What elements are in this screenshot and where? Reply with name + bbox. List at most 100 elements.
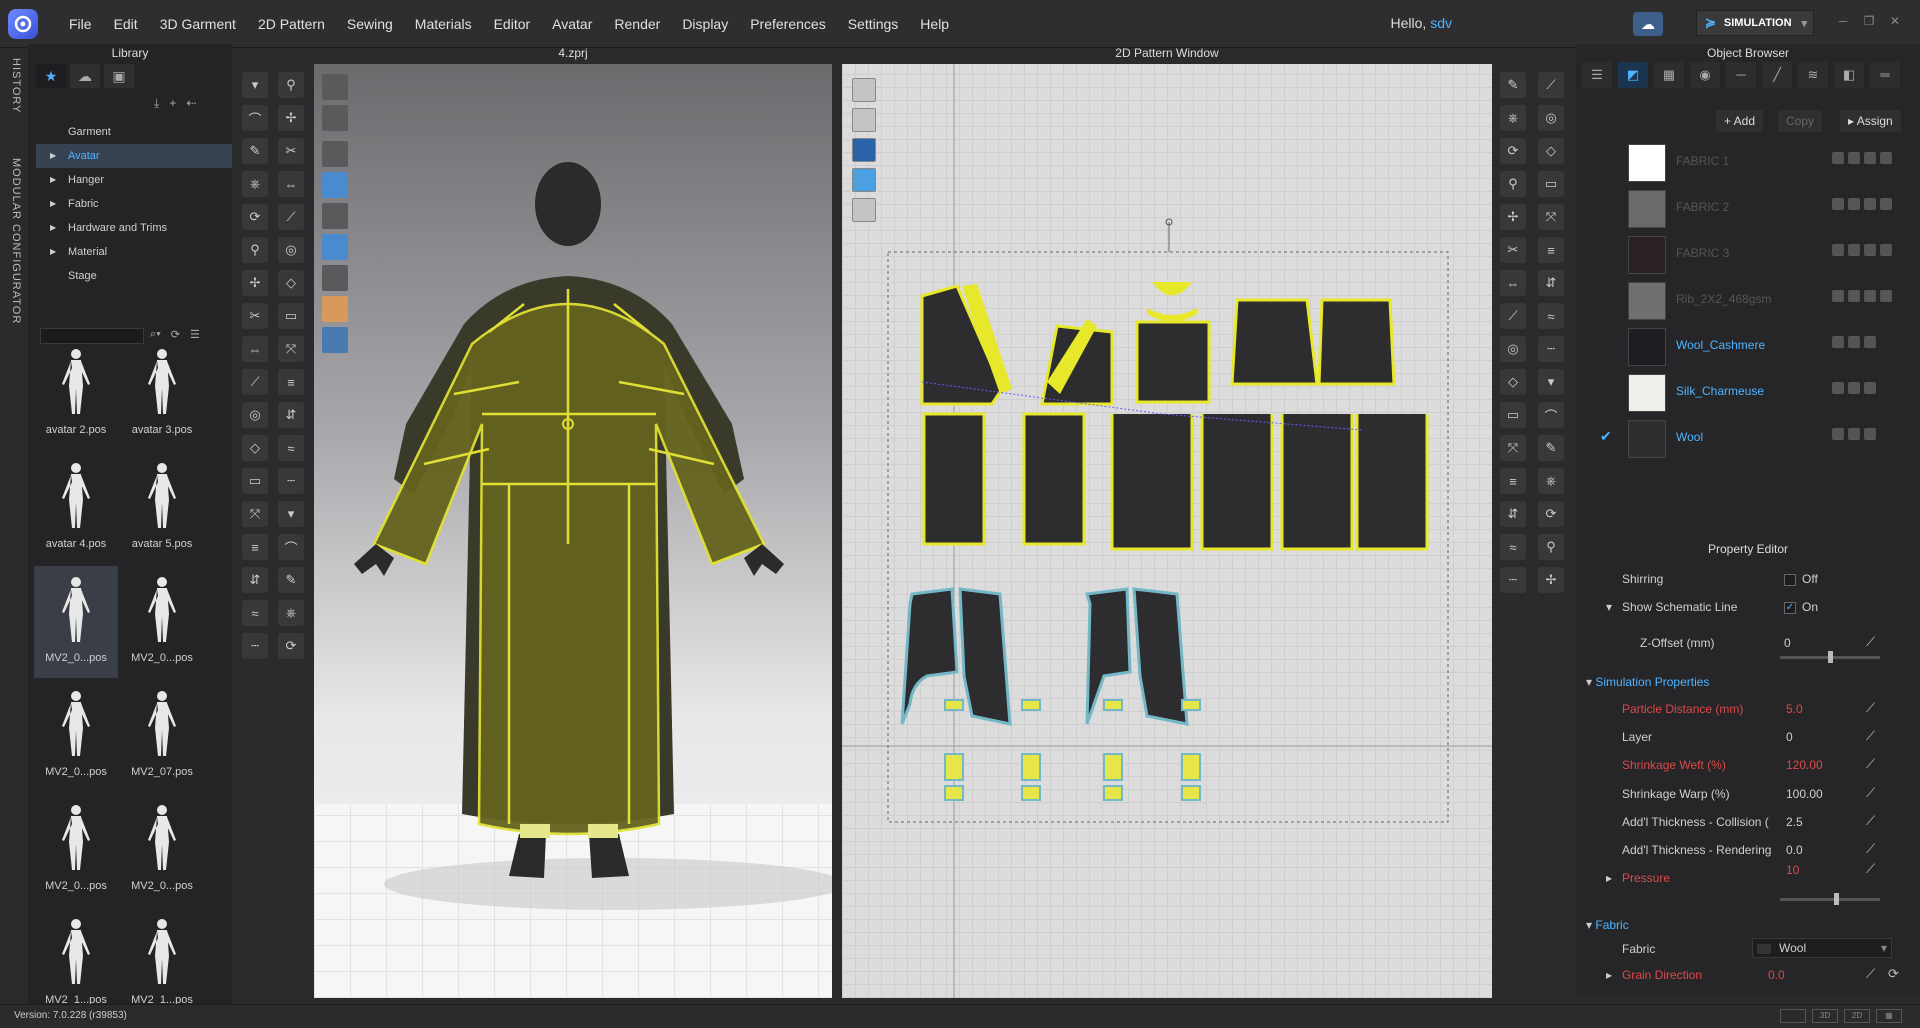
fabric-action-icon[interactable] [1864,152,1876,164]
menu-item[interactable]: Preferences [739,16,836,32]
menu-item[interactable]: Materials [404,16,483,32]
fabric-action-icon[interactable] [1848,152,1860,164]
pin-icon[interactable]: ⚲ [1538,534,1564,560]
menu-item[interactable]: Settings [837,16,910,32]
fabric-row[interactable]: Rib_2X2_468gsm [1576,276,1920,322]
fabric-action-icon[interactable] [1848,382,1860,394]
expand-icon[interactable]: ▶ [50,192,56,216]
grid-icon[interactable]: ▦ [1654,62,1684,88]
favorites-star-icon[interactable]: ★ [36,64,66,88]
zipper-icon[interactable]: ⇵ [1500,501,1526,527]
fabric-action-icon[interactable] [1864,428,1876,440]
trim-icon[interactable]: ◇ [278,270,304,296]
fabric-action-icon[interactable] [1832,290,1844,302]
pattern-icon[interactable] [322,234,348,260]
pose-thumbnail[interactable]: MV2_0...pos [34,794,118,906]
garment-display-icon[interactable] [322,105,348,131]
grain-value[interactable]: 0.0 [1768,968,1785,982]
shape-icon[interactable]: ▭ [1500,402,1526,428]
expand-icon[interactable]: ▸ [1606,968,1612,982]
shape-icon[interactable]: ▭ [1538,171,1564,197]
sew-icon[interactable]: ⎈ [1538,468,1564,494]
fabric-action-icon[interactable] [1864,336,1876,348]
avatar-skin-icon[interactable] [322,296,348,322]
fabric-action-icon[interactable] [1832,428,1844,440]
line-icon[interactable]: ─ [1726,62,1756,88]
library-tree-item[interactable]: ▶ Avatar [36,144,232,168]
measure-icon[interactable]: ⇔ [1500,270,1526,296]
fabric-action-icon[interactable] [1880,198,1892,210]
pin-icon[interactable]: ⟋ [1866,785,1875,801]
tack-icon[interactable]: ✢ [242,270,268,296]
pleat-icon[interactable]: ≡ [1538,237,1564,263]
minimize-icon[interactable]: ─ [1834,14,1852,32]
fold-icon[interactable]: ⟳ [1500,138,1526,164]
pin-icon[interactable]: ⚲ [242,237,268,263]
shape-icon[interactable]: ▭ [278,303,304,329]
lock-icon[interactable] [852,198,876,222]
fabric-row[interactable]: FABRIC 2 [1576,184,1920,230]
menu-item[interactable]: Sewing [336,16,404,32]
menu-item[interactable]: File [58,16,103,32]
menu-item[interactable]: 3D Garment [149,16,247,32]
library-tree-item[interactable]: ▶ Material [36,240,232,264]
library-tree-item[interactable]: Stage [36,264,232,288]
pose-thumbnail[interactable]: MV2_07.pos [120,680,204,792]
puckering-icon[interactable]: ≈ [1500,534,1526,560]
expand-icon[interactable]: ▶ [50,168,56,192]
ruler-icon[interactable]: ┄ [278,468,304,494]
menu-item[interactable]: Render [603,16,671,32]
pin-icon[interactable]: ⟋ [1866,728,1875,744]
fabric-row[interactable]: FABRIC 1 [1576,138,1920,184]
zipper-icon[interactable]: ⇵ [278,402,304,428]
sew-icon[interactable]: ⎈ [278,600,304,626]
cloud-icon[interactable]: ☁ [1633,12,1663,36]
button-icon[interactable]: ◎ [1500,336,1526,362]
fabric-icon[interactable]: ◩ [1618,62,1648,88]
fabric-action-icon[interactable] [1864,198,1876,210]
trim-icon[interactable]: ◧ [1834,62,1864,88]
close-icon[interactable]: ✕ [1886,14,1904,32]
edit-icon[interactable]: ✎ [1538,435,1564,461]
transform-icon[interactable]: ⌒ [242,105,268,131]
pressure-value[interactable]: 10 [1786,863,1799,877]
transform-icon[interactable]: ⌒ [1538,402,1564,428]
layer-value[interactable]: 0 [1786,730,1793,744]
zipper-icon[interactable]: ⇵ [242,567,268,593]
move-icon[interactable]: ⤧ [242,501,268,527]
brush-icon[interactable]: ⟋ [278,204,304,230]
pin-icon[interactable]: ⟋ [1866,861,1875,877]
fabric-action-icon[interactable] [1832,382,1844,394]
brush-icon[interactable]: ⟋ [242,369,268,395]
trim-icon[interactable]: ◇ [1500,369,1526,395]
fabric-action-icon[interactable] [1880,244,1892,256]
xray-icon[interactable] [322,265,348,291]
pin-icon[interactable]: ⟋ [1866,756,1875,772]
shape-icon[interactable]: ▭ [242,468,268,494]
add-fabric-button[interactable]: + Add [1716,110,1764,132]
texture-icon[interactable] [322,141,348,167]
username[interactable]: sdv [1430,15,1452,31]
fabric-action-icon[interactable] [1864,290,1876,302]
fabric-action-icon[interactable] [1832,198,1844,210]
warp-value[interactable]: 100.00 [1786,787,1823,801]
pose-thumbnail[interactable]: avatar 3.pos [120,338,204,450]
fabric-row[interactable]: Silk_Charmeuse [1576,368,1920,414]
fabric-row[interactable]: Wool_Cashmere [1576,322,1920,368]
move-icon[interactable]: ⤧ [1538,204,1564,230]
pen-icon[interactable] [852,78,876,102]
rendering-value[interactable]: 0.0 [1786,843,1803,857]
list-icon[interactable]: ☰ [1582,62,1612,88]
move-icon[interactable]: ⤧ [278,336,304,362]
zipper-icon[interactable]: ≋ [1798,62,1828,88]
fabric-action-icon[interactable] [1848,198,1860,210]
3d-view-icon[interactable]: 3D [1812,1009,1838,1023]
fabric-action-icon[interactable] [1832,244,1844,256]
fabric-action-icon[interactable] [1832,152,1844,164]
shaded-icon[interactable] [322,172,348,198]
globe-icon[interactable] [322,327,348,353]
sew-icon[interactable]: ⎈ [1500,105,1526,131]
library-tree-item[interactable]: Garment [36,120,232,144]
fabric-select[interactable]: Wool ▾ [1752,938,1892,958]
add-icon[interactable]: + [169,96,176,111]
